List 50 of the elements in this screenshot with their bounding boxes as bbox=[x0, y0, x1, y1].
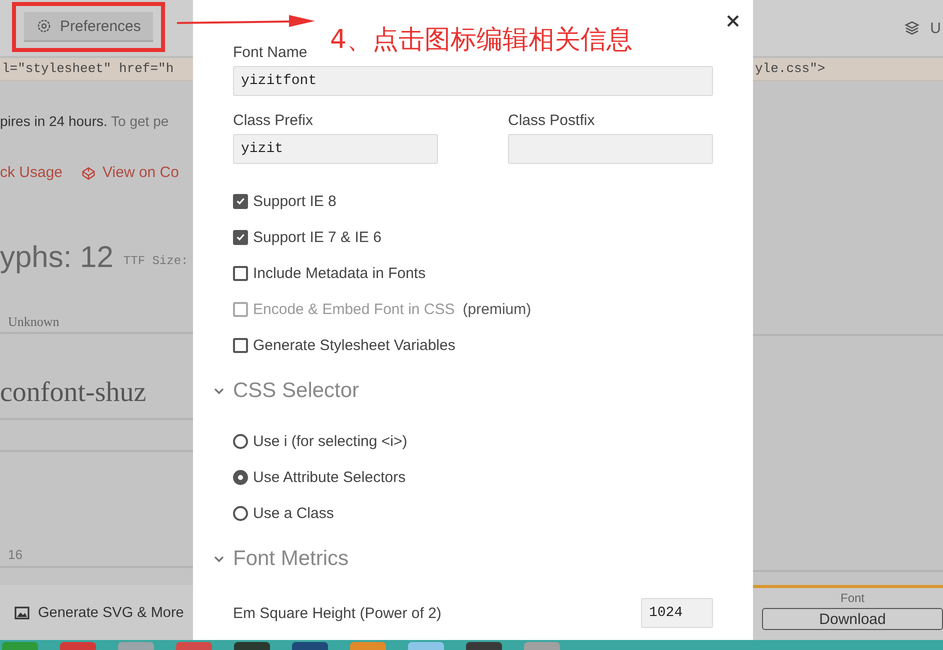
checkbox[interactable] bbox=[233, 266, 248, 280]
section-title: Font Metrics bbox=[233, 547, 349, 571]
generate-button[interactable]: Generate SVG & More bbox=[14, 604, 184, 620]
annotation-text: 4、点击图标编辑相关信息 bbox=[330, 24, 633, 57]
text-field[interactable]: yizitfont bbox=[233, 66, 713, 96]
notice-text: pires in 24 hours. To get pe bbox=[0, 113, 169, 129]
glyph-name: confont-shuz bbox=[0, 377, 146, 408]
ttf-size-label: TTF Size: bbox=[123, 254, 188, 268]
layers-icon bbox=[904, 20, 920, 36]
checkbox[interactable] bbox=[233, 338, 248, 352]
field-label: Class Postfix bbox=[508, 112, 595, 130]
text-field[interactable]: yizit bbox=[233, 134, 438, 164]
taskbar-icon[interactable] bbox=[234, 642, 270, 650]
checkmark-icon bbox=[235, 231, 246, 243]
checkbox[interactable] bbox=[233, 194, 248, 208]
radio-button[interactable] bbox=[233, 506, 248, 520]
user-menu[interactable]: U bbox=[930, 20, 941, 36]
taskbar-icon[interactable] bbox=[466, 642, 502, 650]
checkmark-icon bbox=[235, 195, 246, 207]
premium-note: (premium) bbox=[462, 300, 532, 318]
code-text: yle.css"> bbox=[755, 61, 826, 76]
option-label: Include Metadata in Fonts bbox=[253, 264, 426, 282]
preferences-button[interactable]: Preferences bbox=[24, 12, 153, 42]
code-text: l="stylesheet" href="h bbox=[2, 61, 174, 76]
field-label: Font Name bbox=[233, 44, 308, 62]
number-field[interactable]: 1024 bbox=[641, 598, 713, 628]
option-label: Use Attribute Selectors bbox=[253, 468, 406, 486]
column-label: Unknown bbox=[8, 314, 60, 329]
option-label: Use i (for selecting <i>) bbox=[253, 432, 408, 450]
option-label: Generate Stylesheet Variables bbox=[253, 336, 456, 354]
taskbar-icon[interactable] bbox=[292, 642, 328, 650]
field-label: Em Square Height (Power of 2) bbox=[233, 604, 442, 622]
close-icon[interactable] bbox=[726, 14, 740, 28]
radio-button[interactable] bbox=[233, 470, 248, 484]
font-tab[interactable]: Font bbox=[840, 588, 864, 608]
option-label: Encode & Embed Font in CSS bbox=[253, 300, 455, 318]
checkbox[interactable] bbox=[233, 230, 248, 244]
field-label: Class Prefix bbox=[233, 112, 314, 130]
glyph-size: 16 bbox=[8, 547, 22, 562]
option-label: Use a Class bbox=[253, 504, 334, 522]
cube-icon bbox=[80, 166, 96, 180]
glyph-count: yphs: 12 bbox=[0, 241, 114, 275]
option-label: Support IE 8 bbox=[253, 192, 336, 210]
settings-icon bbox=[36, 18, 52, 34]
download-button[interactable]: Download bbox=[762, 608, 943, 630]
radio-button[interactable] bbox=[233, 434, 248, 448]
section-title: CSS Selector bbox=[233, 379, 360, 403]
option-label: Support IE 7 & IE 6 bbox=[253, 228, 382, 246]
text-field[interactable] bbox=[508, 134, 713, 164]
image-icon bbox=[14, 604, 30, 620]
